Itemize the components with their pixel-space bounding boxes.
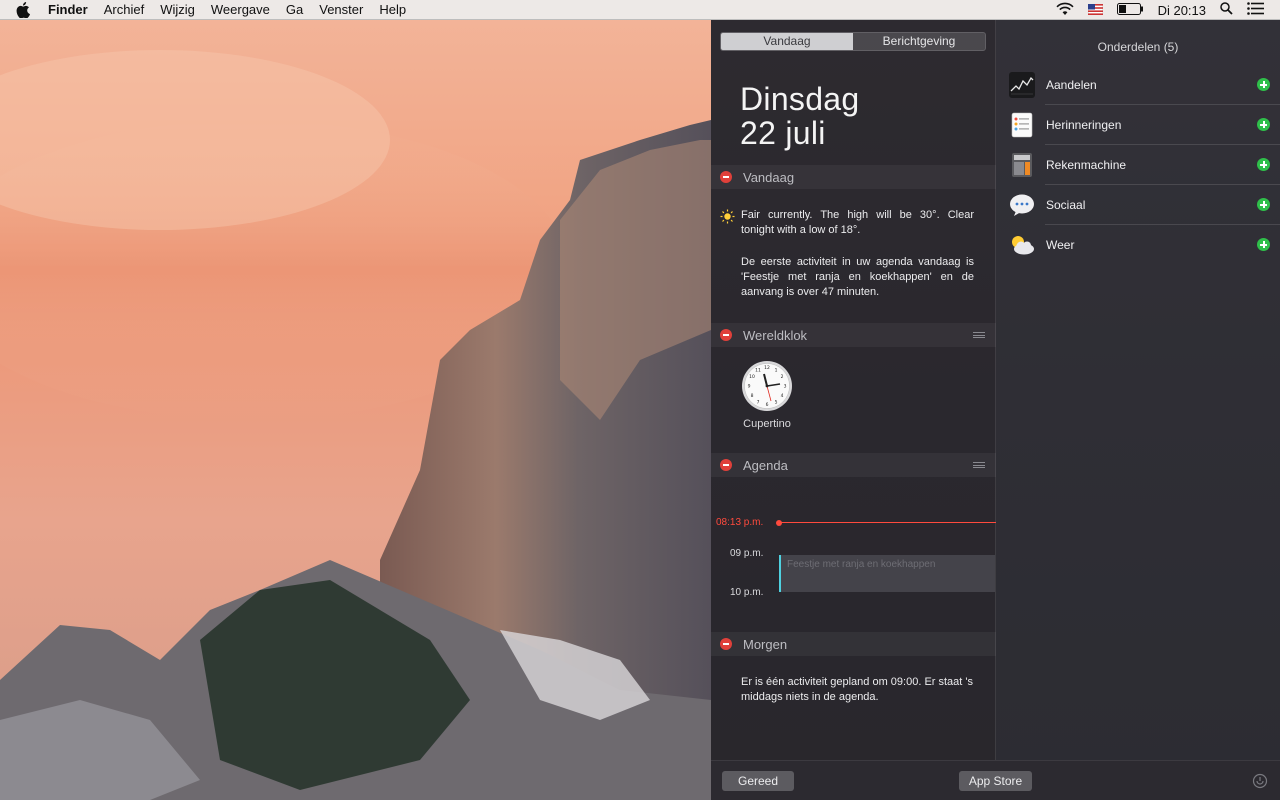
- weather-summary: Fair currently. The high will be 30°. Cl…: [741, 209, 974, 236]
- remove-widget-wereldklok-icon[interactable]: [720, 329, 732, 341]
- us-flag-icon[interactable]: [1087, 3, 1103, 18]
- agenda-now-label: 08:13 p.m.: [716, 517, 764, 528]
- svg-text:7: 7: [757, 400, 760, 406]
- tab-vandaag[interactable]: Vandaag: [721, 33, 853, 50]
- notification-center-icon[interactable]: [1247, 2, 1264, 18]
- remove-widget-vandaag-icon[interactable]: [720, 171, 732, 183]
- section-header-wereldklok: Wereldklok: [711, 323, 996, 347]
- agenda-hour-9: 09 p.m.: [730, 548, 764, 559]
- notification-center-bottom-bar: Gereed App Store: [711, 760, 1280, 800]
- world-clock-icon[interactable]: 12369 1245 781011: [741, 360, 793, 412]
- remove-widget-morgen-icon[interactable]: [720, 638, 732, 650]
- remove-widget-agenda-icon[interactable]: [720, 459, 732, 471]
- section-title-morgen: Morgen: [743, 636, 788, 652]
- agenda-now-dot: [776, 520, 782, 526]
- add-widget-aandelen-icon[interactable]: [1257, 78, 1270, 91]
- section-header-morgen: Morgen: [711, 632, 996, 656]
- drag-handle-icon[interactable]: [973, 332, 985, 338]
- svg-text:8: 8: [751, 393, 754, 399]
- spotlight-icon[interactable]: [1220, 2, 1233, 18]
- date-weekday: Dinsdag: [740, 81, 860, 117]
- done-button[interactable]: Gereed: [722, 771, 794, 791]
- app-store-button[interactable]: App Store: [959, 771, 1032, 791]
- section-header-vandaag: Vandaag: [711, 165, 996, 189]
- agenda-event[interactable]: Feestje met ranja en koekhappen: [779, 555, 995, 592]
- menu-venster[interactable]: Venster: [311, 0, 371, 20]
- agenda-hour-10: 10 p.m.: [730, 587, 764, 598]
- widget-item-herinneringen[interactable]: Herinneringen: [996, 105, 1280, 145]
- svg-text:9: 9: [748, 384, 751, 390]
- notification-center-panel: Vandaag Berichtgeving Dinsdag 22 juli Va…: [711, 20, 1280, 800]
- widget-label-weer: Weer: [1046, 238, 1075, 252]
- section-header-agenda: Agenda: [711, 453, 996, 477]
- widget-item-rekenmachine[interactable]: Rekenmachine: [996, 145, 1280, 185]
- section-title-wereldklok: Wereldklok: [743, 327, 808, 343]
- widget-label-rekenmachine: Rekenmachine: [1046, 158, 1127, 172]
- add-widget-sociaal-icon[interactable]: [1257, 198, 1270, 211]
- svg-text:12: 12: [764, 365, 770, 371]
- today-date: Dinsdag 22 juli: [740, 82, 860, 150]
- sun-icon: [720, 209, 735, 224]
- menu-weergave[interactable]: Weergave: [203, 0, 278, 20]
- agenda-summary: De eerste activiteit in uw agenda vandaa…: [741, 256, 974, 298]
- menu-help[interactable]: Help: [371, 0, 414, 20]
- svg-text:4: 4: [781, 393, 784, 399]
- apple-icon[interactable]: [16, 0, 34, 20]
- svg-text:2: 2: [781, 374, 784, 380]
- svg-text:10: 10: [749, 374, 755, 380]
- widget-label-herinneringen: Herinneringen: [1046, 118, 1122, 132]
- widget-item-weer[interactable]: Weer: [996, 225, 1280, 265]
- widgets-title: Onderdelen (5): [1097, 40, 1179, 54]
- add-widget-weer-icon[interactable]: [1257, 238, 1270, 251]
- power-icon[interactable]: [1252, 773, 1268, 789]
- menu-ga[interactable]: Ga: [278, 0, 311, 20]
- menu-bar: Finder Archief Wijzig Weergave Ga Venste…: [0, 0, 1280, 20]
- svg-text:3: 3: [784, 384, 787, 390]
- svg-text:6: 6: [766, 402, 769, 408]
- today-view: Vandaag Berichtgeving Dinsdag 22 juli Va…: [711, 20, 996, 760]
- weather-icon: [1009, 232, 1035, 258]
- section-title-vandaag: Vandaag: [743, 169, 795, 185]
- view-switcher: Vandaag Berichtgeving: [720, 32, 986, 51]
- social-icon: [1009, 192, 1035, 218]
- widget-label-sociaal: Sociaal: [1046, 198, 1086, 212]
- tomorrow-summary: Er is één activiteit gepland om 09:00. E…: [741, 676, 973, 703]
- svg-text:5: 5: [775, 400, 778, 406]
- reminders-icon: [1009, 112, 1035, 138]
- calculator-icon: [1009, 152, 1035, 178]
- menu-archief[interactable]: Archief: [96, 0, 152, 20]
- section-title-agenda: Agenda: [743, 457, 788, 473]
- tab-berichtgeving[interactable]: Berichtgeving: [853, 33, 985, 50]
- stocks-icon: [1009, 72, 1035, 98]
- widget-item-aandelen[interactable]: Aandelen: [996, 65, 1280, 105]
- add-widget-rekenmachine-icon[interactable]: [1257, 158, 1270, 171]
- agenda-event-title: Feestje met ranja en koekhappen: [787, 559, 936, 570]
- drag-handle-icon[interactable]: [973, 462, 985, 468]
- world-clock-city: Cupertino: [743, 418, 791, 430]
- svg-text:1: 1: [775, 368, 778, 374]
- widget-library: Onderdelen (5) Aandelen Herinneringen Re…: [996, 20, 1280, 760]
- menubar-clock[interactable]: Di 20:13: [1158, 3, 1206, 18]
- widget-label-aandelen: Aandelen: [1046, 78, 1097, 92]
- battery-icon[interactable]: [1116, 2, 1144, 18]
- add-widget-herinneringen-icon[interactable]: [1257, 118, 1270, 131]
- svg-text:11: 11: [755, 368, 761, 374]
- menu-finder[interactable]: Finder: [46, 0, 96, 20]
- menu-wijzig[interactable]: Wijzig: [152, 0, 203, 20]
- wifi-icon[interactable]: [1056, 2, 1074, 19]
- date-day: 22 juli: [740, 115, 826, 151]
- agenda-now-line: [781, 522, 996, 523]
- widget-item-sociaal[interactable]: Sociaal: [996, 185, 1280, 225]
